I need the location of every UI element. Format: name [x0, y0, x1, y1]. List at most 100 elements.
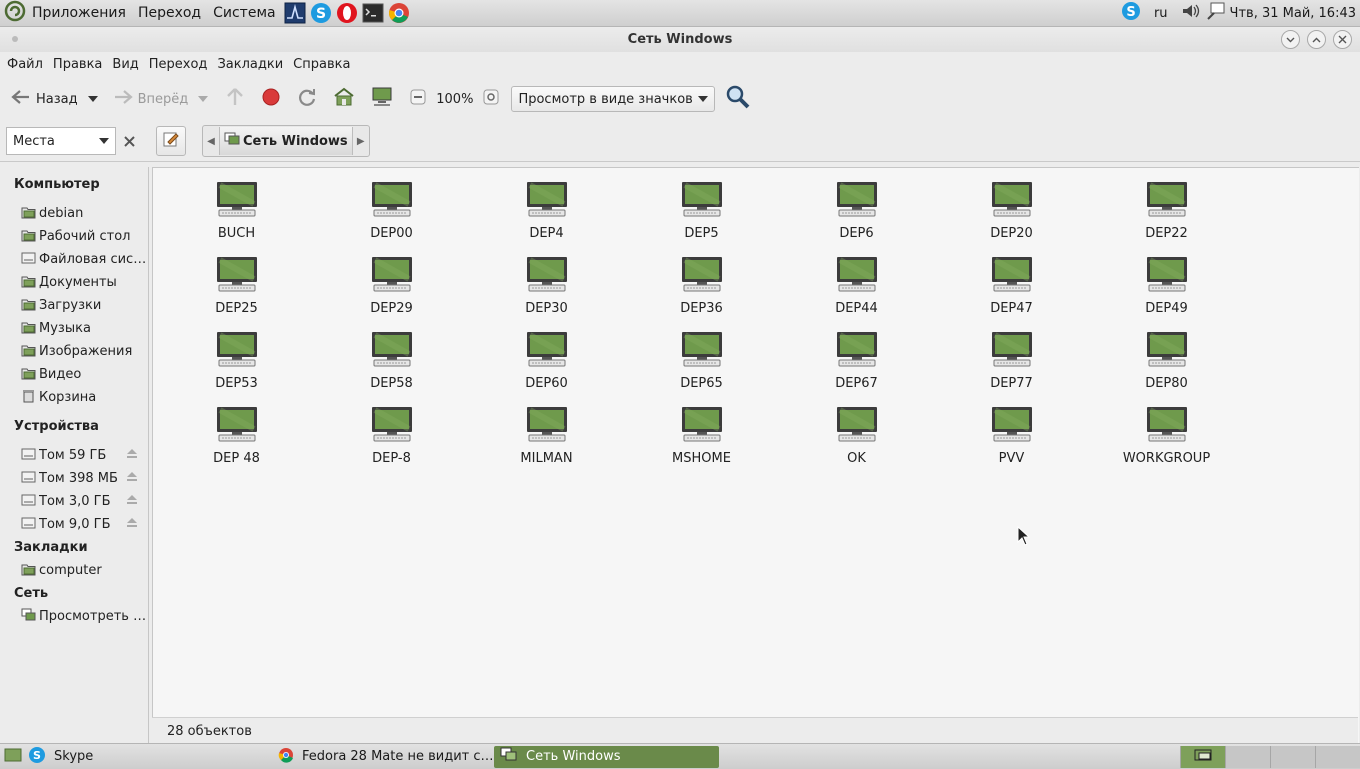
sidebar-item[interactable]: Том 3,0 ГБ [0, 490, 148, 513]
workspace-4[interactable] [1315, 745, 1360, 768]
clock[interactable]: Чтв, 31 Май, 16:43 [1226, 6, 1360, 21]
sidebar-item[interactable]: Документы [0, 271, 148, 294]
skype-tray-icon[interactable]: S [1120, 0, 1144, 26]
forward-history-dropdown[interactable] [194, 83, 212, 115]
path-segment-current[interactable]: Сеть Windows [219, 127, 353, 155]
file-item[interactable]: DEP00 [314, 181, 469, 256]
file-item[interactable]: DEP6 [779, 181, 934, 256]
file-item[interactable]: DEP60 [469, 331, 624, 406]
menu-places[interactable]: Переход [132, 5, 207, 21]
sidebar-item[interactable]: Просмотреть … [0, 605, 148, 628]
sidebar-type-select[interactable]: Места [6, 127, 116, 155]
menu-edit[interactable]: Правка [48, 57, 107, 72]
task-chrome[interactable]: Fedora 28 Mate не видит с… [272, 746, 494, 768]
menu-file[interactable]: Файл [2, 57, 48, 72]
menu-view[interactable]: Вид [107, 57, 143, 72]
file-item[interactable]: DEP 48 [159, 406, 314, 481]
file-item[interactable]: DEP80 [1089, 331, 1244, 406]
file-item[interactable]: DEP58 [314, 331, 469, 406]
up-button[interactable] [220, 83, 250, 115]
home-button[interactable] [328, 83, 360, 115]
file-item[interactable]: DEP4 [469, 181, 624, 256]
sidebar-item[interactable]: Изображения [0, 340, 148, 363]
zoom-out-button[interactable] [406, 83, 430, 115]
maximize-button[interactable] [1307, 30, 1326, 49]
eject-icon[interactable] [126, 448, 138, 463]
menu-system[interactable]: Система [207, 5, 281, 21]
file-item[interactable]: MSHOME [624, 406, 779, 481]
sidebar-item[interactable]: Видео [0, 363, 148, 386]
zoom-normal-button[interactable] [479, 83, 503, 115]
file-item[interactable]: DEP-8 [314, 406, 469, 481]
close-button[interactable] [1333, 30, 1352, 49]
reload-button[interactable] [292, 83, 322, 115]
sidebar-item[interactable]: Том 398 МБ [0, 467, 148, 490]
minimize-button[interactable] [1281, 30, 1300, 49]
menu-help[interactable]: Справка [288, 57, 355, 72]
menu-go[interactable]: Переход [144, 57, 213, 72]
file-item[interactable]: OK [779, 406, 934, 481]
back-button[interactable]: Назад [6, 83, 82, 115]
show-desktop-icon[interactable] [4, 746, 22, 768]
eject-icon[interactable] [126, 494, 138, 509]
terminal-icon[interactable] [361, 1, 385, 25]
menu-applications[interactable]: Приложения [26, 5, 132, 21]
sidebar-item[interactable]: computer [0, 559, 148, 582]
path-right-icon[interactable]: ▶ [353, 126, 369, 156]
file-item[interactable]: DEP30 [469, 256, 624, 331]
file-item[interactable]: DEP47 [934, 256, 1089, 331]
file-item[interactable]: DEP22 [1089, 181, 1244, 256]
file-item[interactable]: DEP36 [624, 256, 779, 331]
eject-icon[interactable] [126, 517, 138, 532]
file-item[interactable]: MILMAN [469, 406, 624, 481]
file-item[interactable]: BUCH [159, 181, 314, 256]
file-item[interactable]: DEP67 [779, 331, 934, 406]
toggle-location-entry-button[interactable] [156, 126, 186, 156]
file-item[interactable]: PVV [934, 406, 1089, 481]
keyboard-layout[interactable]: ru [1150, 6, 1172, 21]
file-item[interactable]: DEP29 [314, 256, 469, 331]
mate-logo-icon[interactable] [4, 0, 26, 26]
file-item[interactable]: WORKGROUP [1089, 406, 1244, 481]
sidebar-item[interactable]: Том 59 ГБ [0, 444, 148, 467]
workspace-3[interactable] [1270, 745, 1315, 768]
sidebar-item[interactable]: debian [0, 202, 148, 225]
file-view[interactable]: BUCH DEP00 DEP4 DEP5 DEP6 DEP20 DEP22 DEP25 DEP2… [152, 167, 1359, 745]
file-item[interactable]: DEP65 [624, 331, 779, 406]
forward-button[interactable]: Вперёд [108, 83, 193, 115]
sidebar-item[interactable]: Музыка [0, 317, 148, 340]
file-item[interactable]: DEP49 [1089, 256, 1244, 331]
network-tray-icon[interactable] [1206, 1, 1226, 25]
sidebar-item[interactable]: Загрузки [0, 294, 148, 317]
file-item[interactable]: DEP25 [159, 256, 314, 331]
eject-icon[interactable] [126, 471, 138, 486]
workspace-2[interactable] [1225, 745, 1270, 768]
view-mode-select[interactable]: Просмотр в виде значков [511, 86, 716, 112]
task-skype[interactable]: S Skype [22, 746, 272, 768]
file-item[interactable]: DEP77 [934, 331, 1089, 406]
system-monitor-icon[interactable] [283, 1, 307, 25]
path-left-icon[interactable]: ◀ [203, 126, 219, 156]
sidebar-item[interactable]: Файловая сис… [0, 248, 148, 271]
file-item[interactable]: DEP53 [159, 331, 314, 406]
sidebar-item[interactable]: Корзина [0, 386, 148, 409]
stop-button[interactable] [256, 83, 286, 115]
computer-button[interactable] [366, 83, 398, 115]
chrome-icon[interactable] [387, 1, 411, 25]
opera-icon[interactable] [335, 1, 359, 25]
sidebar-item[interactable]: Рабочий стол [0, 225, 148, 248]
skype-icon[interactable]: S [309, 1, 333, 25]
window-titlebar[interactable]: Сеть Windows [0, 27, 1360, 52]
task-file-manager[interactable]: Сеть Windows [494, 745, 719, 768]
file-item[interactable]: DEP44 [779, 256, 934, 331]
search-button[interactable] [721, 83, 755, 115]
window-menu-icon[interactable] [12, 36, 18, 42]
sidebar-item[interactable]: Том 9,0 ГБ [0, 513, 148, 536]
volume-icon[interactable] [1180, 1, 1202, 25]
file-item[interactable]: DEP20 [934, 181, 1089, 256]
close-sidebar-button[interactable] [116, 127, 142, 155]
workspace-1[interactable] [1180, 745, 1225, 768]
menu-bookmarks[interactable]: Закладки [212, 57, 288, 72]
file-item[interactable]: DEP5 [624, 181, 779, 256]
back-history-dropdown[interactable] [84, 83, 102, 115]
